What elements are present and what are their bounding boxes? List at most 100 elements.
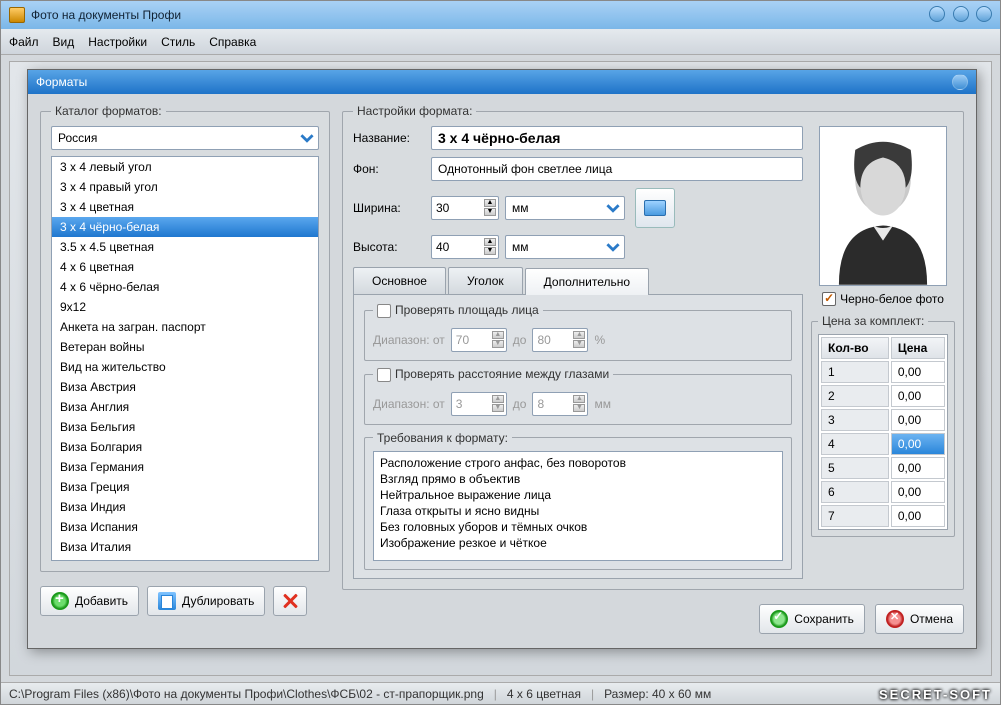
maximize-icon[interactable] [953, 6, 969, 22]
plus-icon [51, 592, 69, 610]
dialog-titlebar: Форматы [28, 70, 976, 94]
tab-additional[interactable]: Дополнительно [525, 268, 649, 295]
format-item[interactable]: Виза Германия [52, 457, 318, 477]
format-item[interactable]: Виза Испания [52, 517, 318, 537]
chevron-down-icon [606, 240, 620, 254]
eye-from-spinner: 3▲▼ [451, 392, 507, 416]
menu-settings[interactable]: Настройки [88, 35, 147, 49]
requirement-item: Нейтральное выражение лица [380, 487, 776, 503]
spin-down-icon[interactable]: ▼ [484, 208, 496, 216]
price-col-qty: Кол-во [821, 337, 889, 359]
format-item[interactable]: Виза Болгария [52, 437, 318, 457]
format-item[interactable]: 4 x 6 цветная [52, 257, 318, 277]
price-row[interactable]: 30,00 [821, 409, 945, 431]
tab-additional-content: Проверять площадь лица Диапазон: от 70▲▼… [353, 294, 803, 579]
format-item[interactable]: Виза Индия [52, 497, 318, 517]
menu-file[interactable]: Файл [9, 35, 39, 49]
requirements-fieldset: Требования к формату: Расположение строг… [364, 431, 792, 570]
eye-distance-fieldset: Проверять расстояние между глазами Диапа… [364, 367, 792, 425]
price-row[interactable]: 10,00 [821, 361, 945, 383]
bw-checkbox[interactable] [822, 292, 836, 306]
width-unit-combo[interactable]: мм [505, 196, 625, 220]
delete-icon [281, 592, 299, 610]
format-item[interactable]: Анкета на загран. паспорт [52, 317, 318, 337]
width-label: Ширина: [353, 201, 425, 215]
settings-fieldset: Настройки формата: Название: Фон: Одното… [342, 104, 964, 590]
delete-button[interactable] [273, 586, 307, 616]
requirements-list[interactable]: Расположение строго анфас, без поворотов… [373, 451, 783, 561]
watermark: SECRET-SOFT [879, 687, 992, 702]
format-item[interactable]: Виза Италия [52, 537, 318, 557]
price-row[interactable]: 40,00 [821, 433, 945, 455]
save-button[interactable]: Сохранить [759, 604, 865, 634]
face-area-fieldset: Проверять площадь лица Диапазон: от 70▲▼… [364, 303, 792, 361]
country-combo[interactable]: Россия [51, 126, 319, 150]
add-button[interactable]: Добавить [40, 586, 139, 616]
face-area-from-spinner: 70▲▼ [451, 328, 507, 352]
duplicate-button[interactable]: Дублировать [147, 586, 265, 616]
format-item[interactable]: 9x12 [52, 297, 318, 317]
price-fieldset: Цена за комплект: Кол-во Цена 10,0020,00… [811, 314, 955, 537]
bw-label: Черно-белое фото [840, 292, 944, 306]
window-controls [925, 6, 992, 25]
status-path: C:\Program Files (x86)\Фото на документы… [9, 687, 484, 701]
format-item[interactable]: 3.5 x 4.5 цветная [52, 237, 318, 257]
format-item[interactable]: Ветеран войны [52, 337, 318, 357]
height-spinner[interactable]: 40▲▼ [431, 235, 499, 259]
format-item[interactable]: 3 x 4 левый угол [52, 157, 318, 177]
format-item[interactable]: Виза Австрия [52, 377, 318, 397]
photo-preview [819, 126, 947, 286]
background-combo[interactable]: Однотонный фон светлее лица [431, 157, 803, 181]
country-value: Россия [58, 131, 97, 145]
format-item[interactable]: Виза Греция [52, 477, 318, 497]
dialog-title: Форматы [36, 75, 87, 89]
titlebar: Фото на документы Профи [1, 1, 1000, 29]
name-input[interactable] [431, 126, 803, 150]
width-spinner[interactable]: 30▲▼ [431, 196, 499, 220]
eye-to-spinner: 8▲▼ [532, 392, 588, 416]
requirement-item: Изображение резкое и чёткое [380, 535, 776, 551]
format-item[interactable]: 3 x 4 правый угол [52, 177, 318, 197]
format-item[interactable]: 3 x 4 цветная [52, 197, 318, 217]
menu-style[interactable]: Стиль [161, 35, 195, 49]
format-item[interactable]: 4 x 6 чёрно-белая [52, 277, 318, 297]
eye-distance-checkbox[interactable] [377, 368, 391, 382]
close-icon[interactable] [976, 6, 992, 22]
catalog-fieldset: Каталог форматов: Россия 3 x 4 левый уго… [40, 104, 330, 572]
tab-corner[interactable]: Уголок [448, 267, 523, 294]
minimize-icon[interactable] [929, 6, 945, 22]
menu-view[interactable]: Вид [53, 35, 75, 49]
id-card-icon [644, 200, 666, 216]
format-item[interactable]: Виза Англия [52, 397, 318, 417]
price-table[interactable]: Кол-во Цена 10,0020,0030,0040,0050,0060,… [818, 334, 948, 530]
dialog-close-icon[interactable] [952, 74, 968, 90]
cancel-button[interactable]: Отмена [875, 604, 964, 634]
face-area-checkbox[interactable] [377, 304, 391, 318]
height-unit-combo[interactable]: мм [505, 235, 625, 259]
app-title: Фото на документы Профи [31, 8, 925, 22]
format-item[interactable]: Вид на жительство [52, 357, 318, 377]
name-label: Название: [353, 131, 425, 145]
spin-down-icon[interactable]: ▼ [484, 247, 496, 255]
requirement-item: Без головных уборов и тёмных очков [380, 519, 776, 535]
tab-main[interactable]: Основное [353, 267, 446, 294]
main-window: Фото на документы Профи Файл Вид Настрой… [0, 0, 1001, 705]
price-row[interactable]: 70,00 [821, 505, 945, 527]
format-item[interactable]: 3 x 4 чёрно-белая [52, 217, 318, 237]
status-size: Размер: 40 x 60 мм [604, 687, 711, 701]
spin-up-icon[interactable]: ▲ [484, 238, 496, 246]
format-listbox[interactable]: 3 x 4 левый угол3 x 4 правый угол3 x 4 ц… [51, 156, 319, 561]
id-card-button[interactable] [635, 188, 675, 228]
cancel-icon [886, 610, 904, 628]
menubar: Файл Вид Настройки Стиль Справка [1, 29, 1000, 55]
chevron-down-icon [300, 131, 314, 145]
statusbar: C:\Program Files (x86)\Фото на документы… [1, 682, 1000, 704]
price-row[interactable]: 60,00 [821, 481, 945, 503]
price-row[interactable]: 50,00 [821, 457, 945, 479]
menu-help[interactable]: Справка [209, 35, 256, 49]
format-item[interactable]: Виза Бельгия [52, 417, 318, 437]
settings-legend: Настройки формата: [353, 104, 476, 118]
portrait-placeholder-icon [820, 127, 946, 285]
price-row[interactable]: 20,00 [821, 385, 945, 407]
spin-up-icon[interactable]: ▲ [484, 199, 496, 207]
